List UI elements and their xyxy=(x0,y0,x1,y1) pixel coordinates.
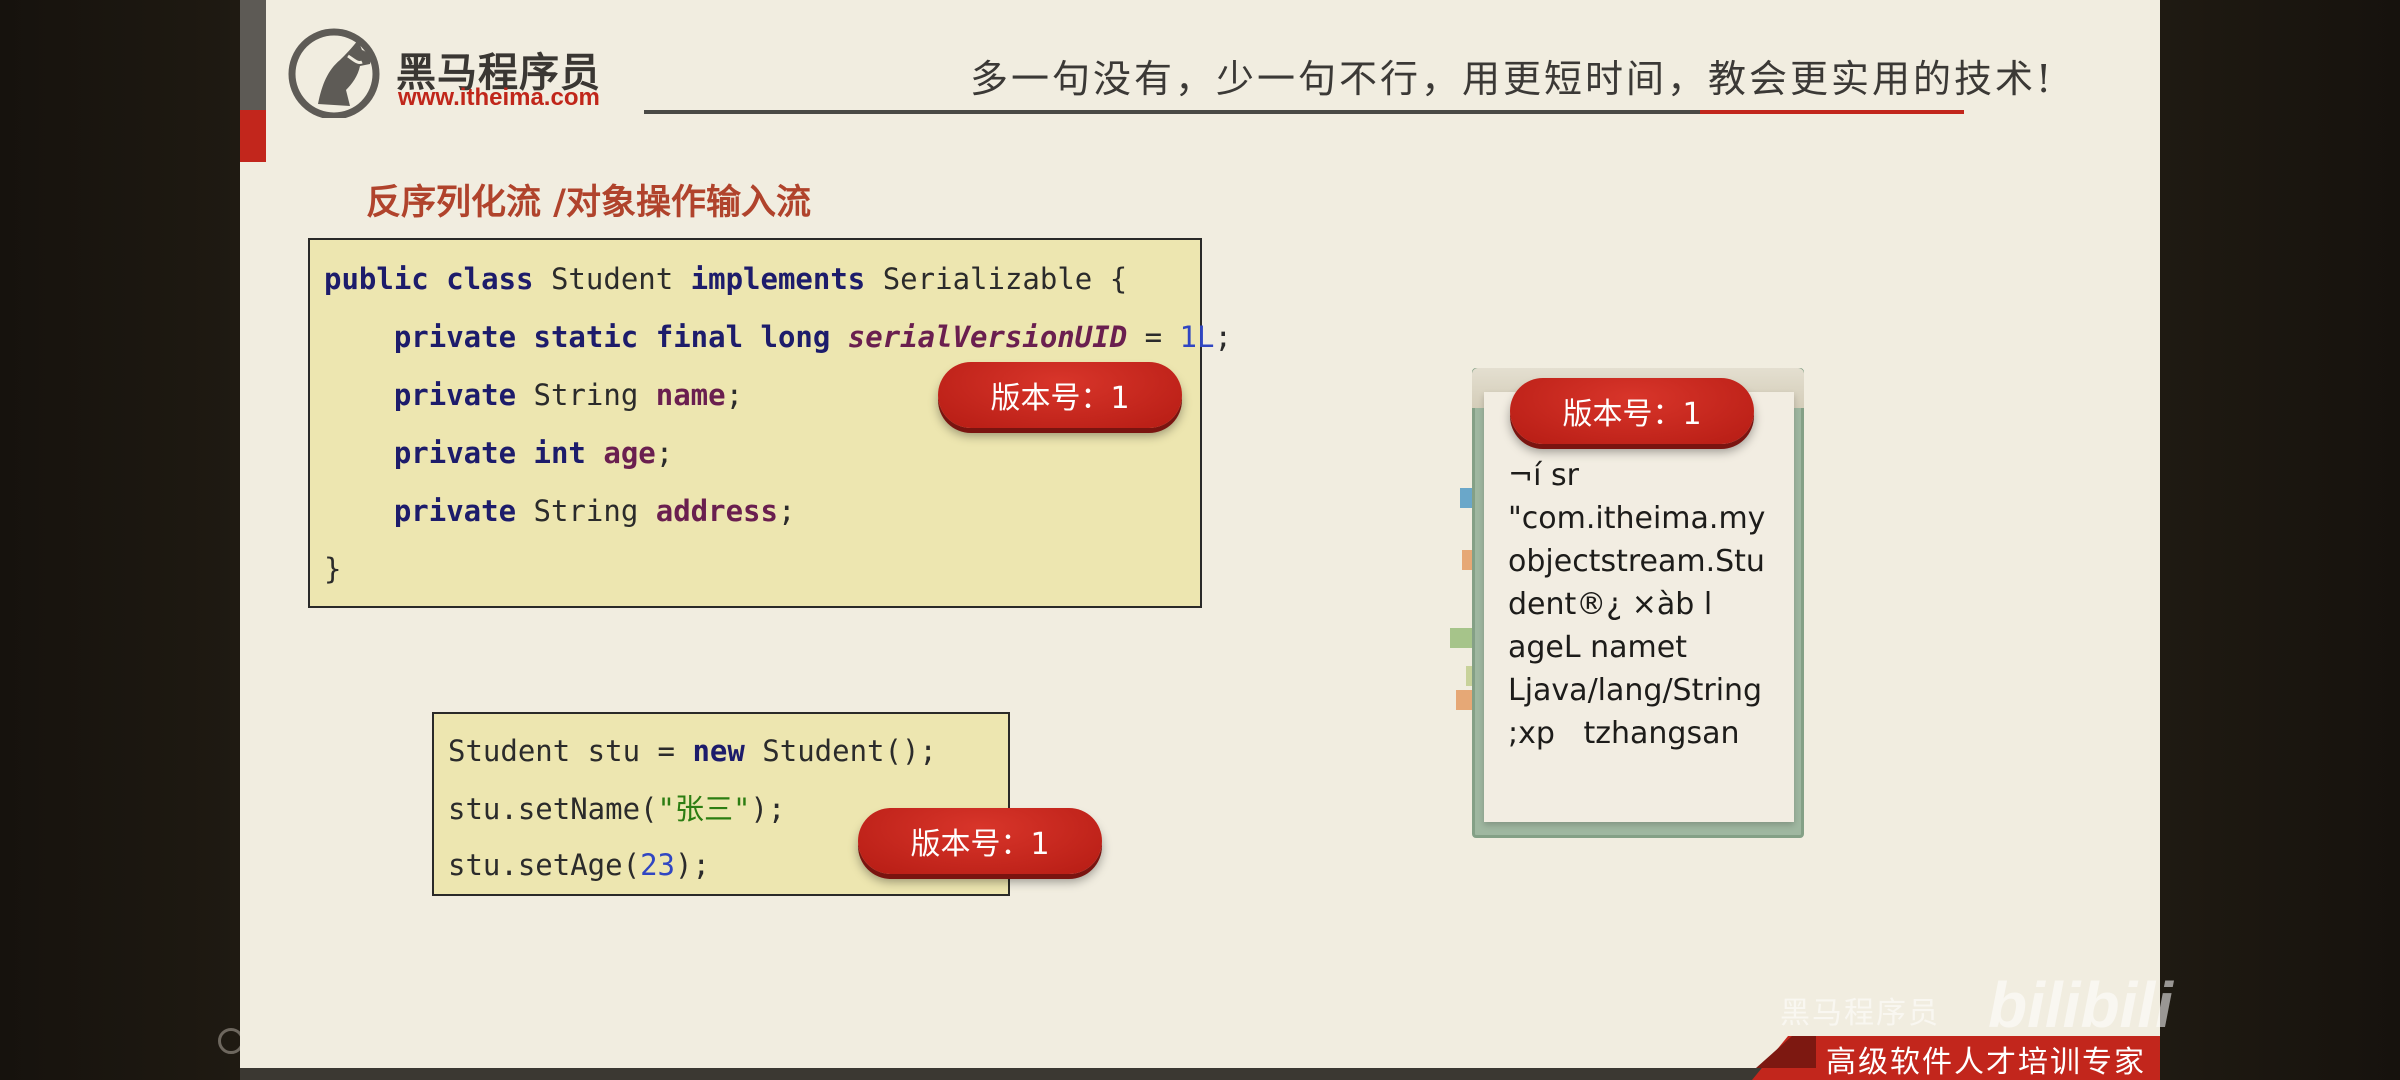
code-token: Student(); xyxy=(744,734,937,768)
code-line: } xyxy=(324,552,342,586)
file-version-badge: 版本号：1 xyxy=(1510,378,1754,444)
code-token: public class xyxy=(324,262,534,296)
serialized-file-line: "com.itheima.my xyxy=(1508,501,1766,536)
code-token: 23 xyxy=(640,848,675,882)
code-token: String xyxy=(516,378,656,412)
code-token: name xyxy=(655,378,726,412)
code-token: private xyxy=(324,378,517,412)
code-token: ; xyxy=(725,378,744,412)
serialized-file-line: ¬í sr xyxy=(1508,458,1579,493)
right-letterbox xyxy=(2160,0,2400,1080)
code-line: stu.setName("张三"); xyxy=(448,792,785,826)
code-token: implements xyxy=(690,262,866,296)
code-token: 1L xyxy=(1179,320,1215,354)
code-line: private String name; xyxy=(324,378,743,412)
code-line: stu.setAge(23); xyxy=(448,848,710,882)
section-title: 反序列化流 /对象操作输入流 xyxy=(366,183,811,223)
slide-left-strip xyxy=(240,0,266,110)
header-divider xyxy=(644,110,1964,114)
code-token: "张三" xyxy=(657,792,751,826)
serialized-file-line: dent®¿ ×àb l xyxy=(1508,587,1713,622)
slogan: 多一句没有，少一句不行，用更短时间，教会更实用的技术! xyxy=(970,57,2055,101)
code-line: private static final long serialVersionU… xyxy=(324,320,1232,354)
code-token: private xyxy=(324,494,517,528)
code-token: ; xyxy=(777,494,796,528)
left-letterbox xyxy=(0,0,240,1080)
code-line: public class Student implements Serializ… xyxy=(324,262,1127,296)
code-line: private String address; xyxy=(324,494,796,528)
code-token: Student xyxy=(533,262,691,296)
code-token: ; xyxy=(1214,320,1232,354)
slide-left-strip-accent xyxy=(240,110,266,162)
object-version-badge: 版本号：1 xyxy=(858,808,1102,874)
serialized-file-line: ;xp tzhangsan xyxy=(1508,716,1740,751)
code-token: new xyxy=(692,734,745,768)
brand-url: www.itheima.com xyxy=(398,84,600,111)
code-token: ; xyxy=(655,436,674,470)
code-token: serialVersionUID xyxy=(847,320,1128,354)
code-token: age xyxy=(603,436,656,470)
code-token: private int xyxy=(324,436,586,470)
code-line: Student stu = new Student(); xyxy=(448,734,937,768)
code-token: ); xyxy=(674,848,710,882)
code-token: stu.setAge( xyxy=(448,848,641,882)
code-token: Student stu = xyxy=(448,734,693,768)
footer-tagline: 高级软件人才培训专家 xyxy=(1826,1045,2146,1080)
bilibili-watermark: bilibili xyxy=(1988,969,2173,1041)
code-token: address xyxy=(655,494,778,528)
code-token: = xyxy=(1127,320,1180,354)
code-token: private static final long xyxy=(324,320,831,354)
presentation-slide: 黑马程序员 www.itheima.com 多一句没有，少一句不行，用更短时间，… xyxy=(240,0,2160,1068)
code-token: stu.setName( xyxy=(448,792,658,826)
watermark-text: 黑马程序员 xyxy=(1780,996,1940,1031)
serialized-file-line: ageL namet xyxy=(1508,630,1687,665)
class-version-badge: 版本号：1 xyxy=(938,362,1182,428)
code-token: ); xyxy=(750,792,786,826)
serialized-file-line: Ljava/lang/String xyxy=(1508,673,1763,708)
horse-logo-icon xyxy=(288,28,380,118)
code-line: private int age; xyxy=(324,436,673,470)
code-token: Serializable { xyxy=(865,262,1128,296)
serialized-file-line: objectstream.Stu xyxy=(1508,544,1765,579)
code-token: String xyxy=(516,494,656,528)
